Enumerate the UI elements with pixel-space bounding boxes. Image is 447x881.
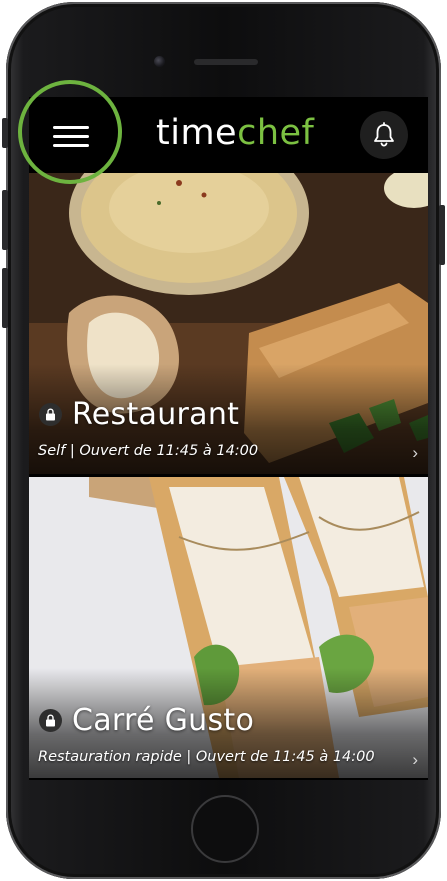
front-camera — [154, 56, 165, 67]
logo-text-time: time — [156, 113, 238, 153]
restaurant-hours: Self | Ouvert de 11:45 à 14:00 — [38, 443, 259, 459]
carre-gusto-title: Carré Gusto — [72, 703, 255, 738]
menu-highlight-ring — [18, 80, 122, 184]
chevron-right-icon: › — [412, 750, 418, 769]
carre-gusto-card[interactable]: Carré Gusto Restauration rapide | Ouvert… — [29, 477, 428, 778]
chevron-right-icon: › — [412, 443, 418, 462]
lock-icon — [39, 403, 62, 426]
volume-up-button — [2, 190, 8, 250]
restaurant-card[interactable]: Restaurant Self | Ouvert de 11:45 à 14:0… — [29, 173, 428, 474]
volume-down-button — [2, 268, 8, 328]
restaurant-title: Restaurant — [72, 397, 240, 432]
mute-switch — [2, 118, 8, 148]
timechef-logo: timechef — [156, 113, 314, 153]
lock-icon — [39, 709, 62, 732]
carre-gusto-title-row: Carré Gusto — [39, 703, 254, 738]
app-screen: timechef Restaurant Self | Ouvert de 11:… — [29, 97, 428, 780]
notifications-button[interactable] — [360, 111, 408, 159]
carre-gusto-hours: Restauration rapide | Ouvert de 11:45 à … — [38, 749, 375, 765]
home-button[interactable] — [191, 795, 259, 863]
restaurant-title-row: Restaurant — [39, 397, 239, 432]
bell-icon — [374, 122, 394, 147]
power-button — [439, 205, 445, 265]
logo-text-chef: chef — [237, 113, 315, 153]
earpiece-speaker — [194, 59, 258, 65]
